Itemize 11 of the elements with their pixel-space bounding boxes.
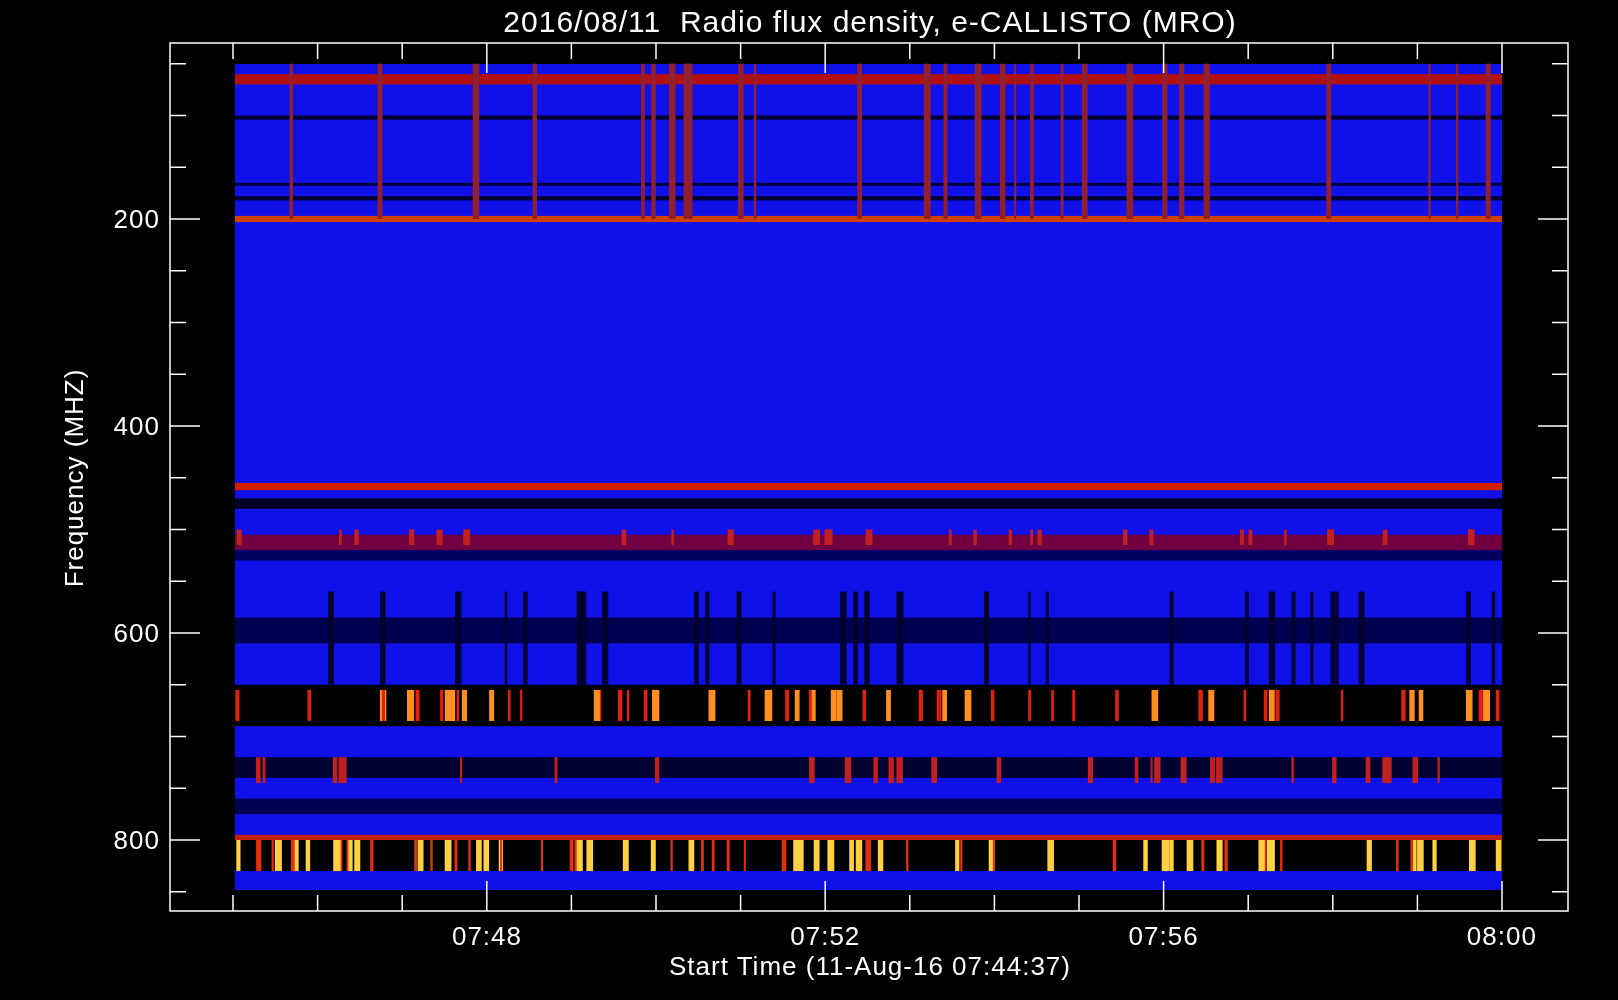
y-axis-label: Frequency (MHZ) [59, 368, 89, 588]
y-tick-label: 400 [113, 411, 160, 441]
x-tick-label: 07:52 [790, 921, 861, 951]
x-tick-label: 07:48 [451, 921, 523, 951]
plot-title: 2016/08/11 Radio flux density, e-CALLISTO (MRO) [503, 5, 1237, 38]
y-tick-label: 600 [113, 618, 160, 648]
y-tick-label: 800 [113, 825, 160, 855]
x-tick-label: 08:00 [1466, 921, 1537, 951]
x-tick-label: 07:56 [1128, 921, 1199, 951]
y-tick-label: 200 [113, 204, 160, 234]
x-axis-label: Start Time (11-Aug-16 07:44:37) [669, 951, 1071, 981]
